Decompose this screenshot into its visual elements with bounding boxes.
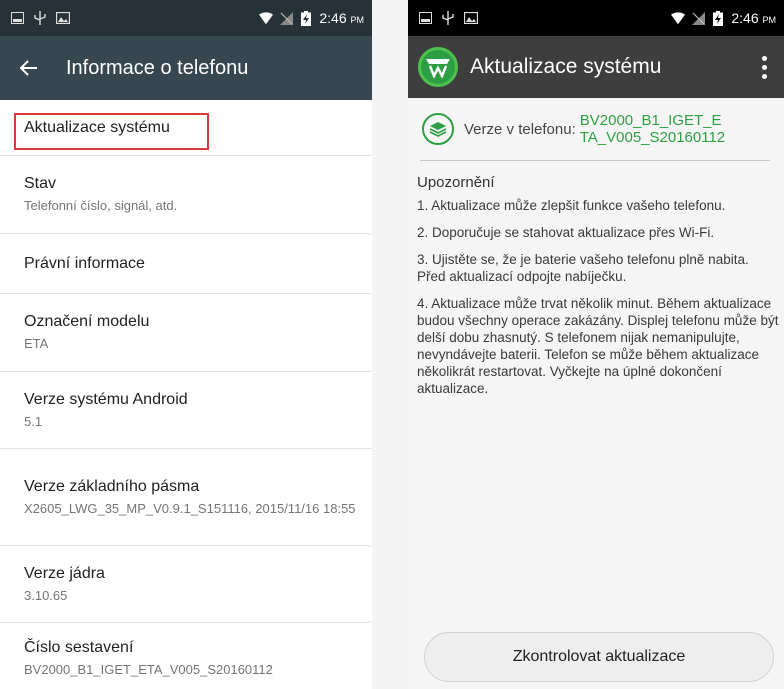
list-item-title: Právní informace <box>24 254 145 272</box>
version-row: Verze v telefonu: BV2000_B1_IGET_ETA_V00… <box>414 98 784 160</box>
no-signal-icon <box>279 11 293 25</box>
photo-icon <box>464 11 478 25</box>
list-item-subtitle: BV2000_B1_IGET_ETA_V005_S20160112 <box>24 661 273 677</box>
app-logo-icon <box>418 47 458 87</box>
list-item-title: Stav <box>24 175 57 192</box>
image-icon <box>418 11 432 25</box>
check-updates-button[interactable]: Zkontrolovat aktualizace <box>424 632 774 682</box>
status-bar: 2:46 PM <box>0 0 372 36</box>
page-title: Aktualizace systému <box>470 55 662 78</box>
version-label: Verze v telefonu: <box>464 120 576 138</box>
list-item-subtitle: X2605_LWG_35_MP_V0.9.1_S151116, 2015/11/… <box>24 500 356 516</box>
list-item-model[interactable]: Označení modelu ETA <box>0 294 372 372</box>
wifi-icon <box>259 11 274 25</box>
list-item-kernel[interactable]: Verze jádra 3.10.65 <box>0 546 372 623</box>
battery-charging-icon <box>299 10 313 26</box>
notice-item: 4. Aktualizace může trvat několik minut.… <box>417 296 779 396</box>
back-arrow-icon[interactable] <box>14 53 44 83</box>
status-bar: 2:46 PM <box>408 0 784 36</box>
list-item-subtitle: ETA <box>24 336 49 351</box>
usb-icon <box>33 11 47 25</box>
photo-icon <box>56 11 70 25</box>
list-item-title: Označení modelu <box>24 313 150 330</box>
battery-charging-icon <box>711 10 725 26</box>
list-item-baseband[interactable]: Verze základního pásma X2605_LWG_35_MP_V… <box>0 449 372 546</box>
notice-title: Upozornění <box>417 174 495 191</box>
layers-icon <box>422 113 454 145</box>
list-item-title: Verze jádra <box>24 564 105 582</box>
page-title: Informace o telefonu <box>66 56 249 79</box>
clock: 2:46 PM <box>319 10 364 26</box>
settings-list: Aktualizace systému Stav Telefonní číslo… <box>0 100 372 689</box>
system-update-screen: 2:46 PM Aktualizace systému Verze v tele… <box>408 0 784 689</box>
usb-icon <box>441 11 455 25</box>
wifi-icon <box>671 11 686 25</box>
notice-section: Upozornění 1. Aktualizace může zlepšit f… <box>417 174 780 407</box>
overflow-menu-icon[interactable] <box>754 55 774 79</box>
highlight-box <box>14 113 209 150</box>
version-value: BV2000_B1_IGET_ETA_V005_S20160112 <box>579 112 726 146</box>
notice-item: 1. Aktualizace může zlepšit funkce vašeh… <box>417 198 726 213</box>
clock: 2:46 PM <box>731 10 776 26</box>
list-item-subtitle: 5.1 <box>24 413 43 429</box>
notice-item: 3. Ujistěte se, že je baterie vašeho tel… <box>417 252 749 284</box>
list-item-title: Číslo sestavení <box>24 638 134 656</box>
divider <box>420 160 770 161</box>
list-item-system-update[interactable]: Aktualizace systému <box>0 100 372 156</box>
list-item-legal[interactable]: Právní informace <box>0 234 372 294</box>
list-item-subtitle: 3.10.65 <box>24 587 68 603</box>
notice-item: 2. Doporučuje se stahovat aktualizace př… <box>417 225 715 240</box>
list-item-title: Verze systému Android <box>24 390 188 408</box>
phone-info-screen: 2:46 PM Informace o telefonu Aktualizace… <box>0 0 372 689</box>
list-item-android-version[interactable]: Verze systému Android 5.1 <box>0 372 372 449</box>
app-bar: Informace o telefonu <box>0 36 372 100</box>
list-item-title: Verze základního pásma <box>24 477 200 495</box>
image-icon <box>10 11 24 25</box>
gap <box>372 0 408 689</box>
list-item-status[interactable]: Stav Telefonní číslo, signál, atd. <box>0 156 372 234</box>
list-item-build-number[interactable]: Číslo sestavení BV2000_B1_IGET_ETA_V005_… <box>0 623 372 689</box>
app-bar: Aktualizace systému <box>408 36 784 98</box>
list-item-subtitle: Telefonní číslo, signál, atd. <box>24 198 178 213</box>
no-signal-icon <box>691 11 705 25</box>
